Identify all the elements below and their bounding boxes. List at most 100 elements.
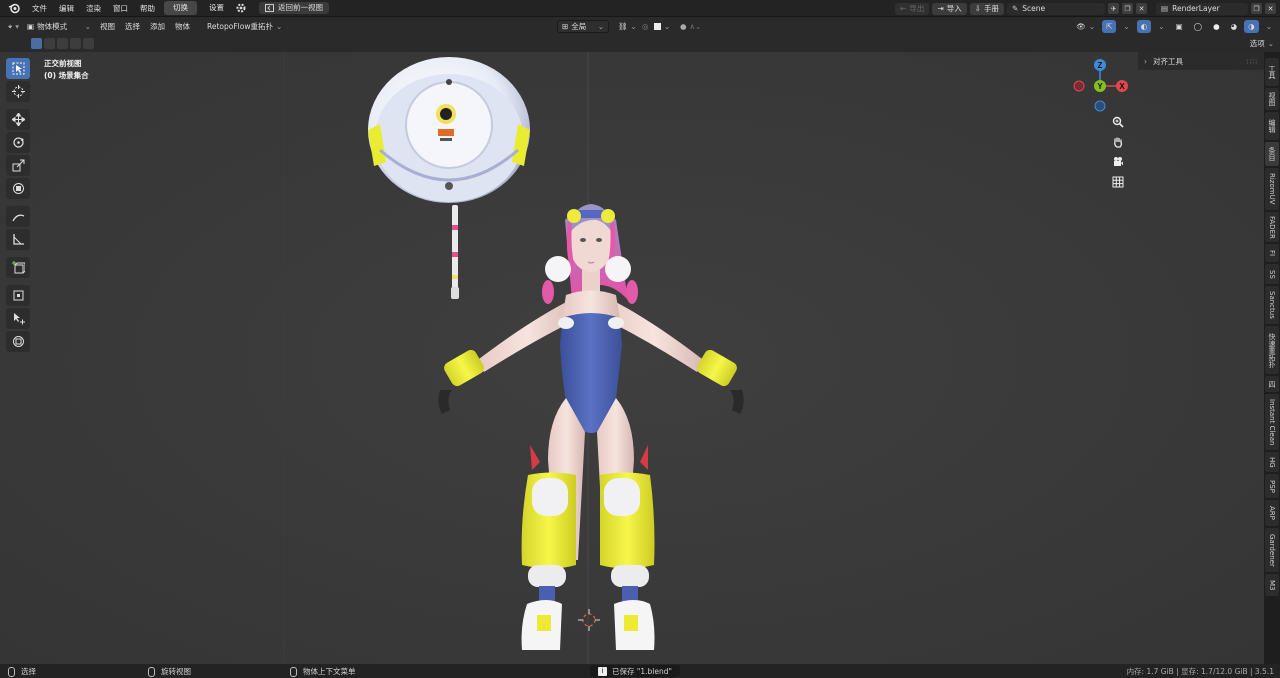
tab-view[interactable]: 视图 — [1265, 88, 1279, 110]
select-new-icon[interactable] — [31, 38, 42, 49]
transform-orientation-selector[interactable]: ⊞ 全局 ⌄ — [557, 19, 609, 33]
menu-edit[interactable]: 编辑 — [53, 0, 80, 17]
status-rotate-hint: 旋转视图 — [148, 666, 191, 677]
extra-transform-tool[interactable] — [6, 331, 30, 352]
delete-layer-icon[interactable]: ✕ — [1265, 3, 1276, 14]
gear-icon[interactable] — [235, 2, 247, 14]
orientation-label: 全局 — [571, 21, 587, 31]
cursor-tool[interactable] — [6, 81, 30, 102]
menu-help[interactable]: 帮助 — [134, 0, 161, 17]
grid-icon[interactable] — [1110, 174, 1126, 190]
tab-workspace-switch[interactable]: 切换 — [164, 1, 197, 15]
measure-tool[interactable] — [6, 229, 30, 250]
drag-handle-icon[interactable]: ∷∷ — [1246, 57, 1258, 66]
menu-add[interactable]: 添加 — [145, 21, 170, 32]
tab-item[interactable]: 条目 — [1265, 142, 1279, 166]
tab-sanctus[interactable]: Sanctus — [1265, 286, 1279, 324]
rotate-icon — [12, 137, 24, 148]
menu-window[interactable]: 窗口 — [107, 0, 134, 17]
options-menu[interactable]: 选项 ⌄ — [1250, 38, 1274, 49]
shading-solid[interactable]: ● — [1209, 20, 1224, 33]
tab-ss[interactable]: SS — [1265, 264, 1279, 284]
select-box-tool[interactable] — [6, 58, 30, 79]
camera-icon[interactable] — [1110, 154, 1126, 170]
align-tools-panel[interactable]: › 对齐工具 ∷∷ — [1138, 52, 1264, 70]
orientation-icon: ⊞ — [562, 21, 569, 31]
transform-tool[interactable] — [6, 178, 30, 199]
import-button[interactable]: ⇥ 导入 — [932, 2, 967, 15]
scene-selector[interactable]: ✎ Scene — [1007, 2, 1105, 15]
overlays-toggle[interactable]: ◐ — [1136, 19, 1152, 33]
proportional-editing-toggle[interactable]: ● ∧⌄ — [676, 20, 705, 33]
3d-viewport[interactable]: 正交前视图 (0) 场景集合 — [0, 52, 1264, 664]
annotate-tool[interactable] — [6, 206, 30, 227]
tab-quick-retopo[interactable]: 快速重拓扑 — [1265, 326, 1279, 374]
tab-instant-clean[interactable]: Instant Clean — [1265, 394, 1279, 450]
svg-text:Y: Y — [1097, 82, 1103, 91]
tab-hg[interactable]: HG — [1265, 452, 1279, 472]
overlays-selector[interactable]: ⌄ — [1154, 20, 1168, 33]
svg-text:Z: Z — [1098, 61, 1103, 70]
retopoflow-menu[interactable]: RetopoFlow重拓扑 ⌄ — [203, 20, 286, 33]
visibility-selector[interactable]: 👁 ⌄ — [1072, 20, 1099, 33]
back-to-previous-button[interactable]: 返回前一视图 — [259, 2, 329, 14]
retopoflow-label: RetopoFlow重拓扑 — [207, 21, 273, 31]
select-invert-icon[interactable] — [70, 38, 81, 49]
select-extend-icon[interactable] — [44, 38, 55, 49]
tab-tool[interactable]: 工具 — [1265, 58, 1279, 86]
export-button[interactable]: ⇤ 导出 — [895, 2, 930, 15]
new-layer-icon[interactable]: ❐ — [1251, 3, 1262, 14]
view-layer-name: RenderLayer — [1172, 3, 1220, 13]
new-scene-icon[interactable]: ❐ — [1122, 3, 1133, 14]
blender-logo-icon[interactable] — [6, 0, 22, 16]
menu-file[interactable]: 文件 — [26, 0, 53, 17]
mode-selector[interactable]: ▣ 物体模式 ⌄ — [23, 20, 95, 33]
tab-m3[interactable]: M3 — [1265, 574, 1279, 596]
pan-hand-icon[interactable] — [1110, 134, 1126, 150]
select-intersect-icon[interactable] — [83, 38, 94, 49]
gizmo-selector[interactable]: ⌄ — [1119, 20, 1133, 33]
tab-four[interactable]: 四 — [1265, 376, 1279, 392]
menu-view[interactable]: 视图 — [95, 21, 120, 32]
tab-workspace-settings[interactable]: 设置 — [200, 1, 233, 15]
menu-select[interactable]: 选择 — [120, 21, 145, 32]
tab-fi[interactable]: FI — [1265, 244, 1279, 262]
retopo-tool[interactable] — [6, 285, 30, 306]
menu-object[interactable]: 物体 — [170, 21, 195, 32]
rotate-tool[interactable] — [6, 132, 30, 153]
status-context-label: 物体上下文菜单 — [303, 667, 356, 676]
xray-toggle[interactable]: ▣ — [1172, 20, 1187, 33]
pin-icon[interactable]: ✈ — [1108, 3, 1119, 14]
saved-notification[interactable]: i 已保存 "1.blend" — [590, 665, 680, 677]
tool-shelf — [6, 58, 32, 354]
gizmo-icon: ⇱ — [1106, 21, 1113, 31]
shading-wireframe[interactable]: ◯ — [1190, 20, 1206, 33]
shading-material[interactable]: ◕ — [1227, 20, 1242, 33]
tab-psp[interactable]: PSP — [1265, 474, 1279, 498]
editor-type-selector[interactable]: ⌖ ▾ — [4, 20, 23, 33]
zoom-icon[interactable] — [1110, 114, 1126, 130]
status-bar: 选择 旋转视图 物体上下文菜单 i 已保存 "1.blend" 内存: 1.7 … — [0, 664, 1280, 678]
shading-selector[interactable]: ⌄ — [1262, 20, 1276, 33]
move-tool[interactable] — [6, 109, 30, 130]
pick-tool[interactable] — [6, 308, 30, 329]
shading-rendered[interactable]: ◑ — [1244, 19, 1259, 33]
view-layer-selector[interactable]: ▤ RenderLayer — [1156, 2, 1248, 15]
scale-tool[interactable] — [6, 155, 30, 176]
snap-target-selector[interactable]: ⌄ — [650, 20, 674, 33]
viewport-scene — [0, 52, 1264, 664]
tab-gardener[interactable]: Gardener — [1265, 528, 1279, 572]
gizmo-toggle[interactable]: ⇱ — [1102, 19, 1117, 33]
menu-render[interactable]: 渲染 — [80, 0, 107, 17]
tab-rizomuv[interactable]: RizomUV — [1265, 168, 1279, 210]
tab-edit[interactable]: 编辑 — [1265, 112, 1279, 140]
viewport-icon: ⌖ — [8, 21, 13, 31]
delete-scene-icon[interactable]: ✕ — [1136, 3, 1147, 14]
tab-arp[interactable]: ARP — [1265, 500, 1279, 526]
add-cube-tool[interactable] — [6, 257, 30, 278]
navigation-gizmo[interactable]: Z X Y — [1068, 56, 1134, 116]
pivot-point-selector[interactable]: ⛓ ⌄ — [614, 20, 641, 33]
tab-fader[interactable]: FADER — [1265, 212, 1279, 242]
select-subtract-icon[interactable] — [57, 38, 68, 49]
manual-button[interactable]: ⇩ 手册 — [969, 2, 1004, 15]
